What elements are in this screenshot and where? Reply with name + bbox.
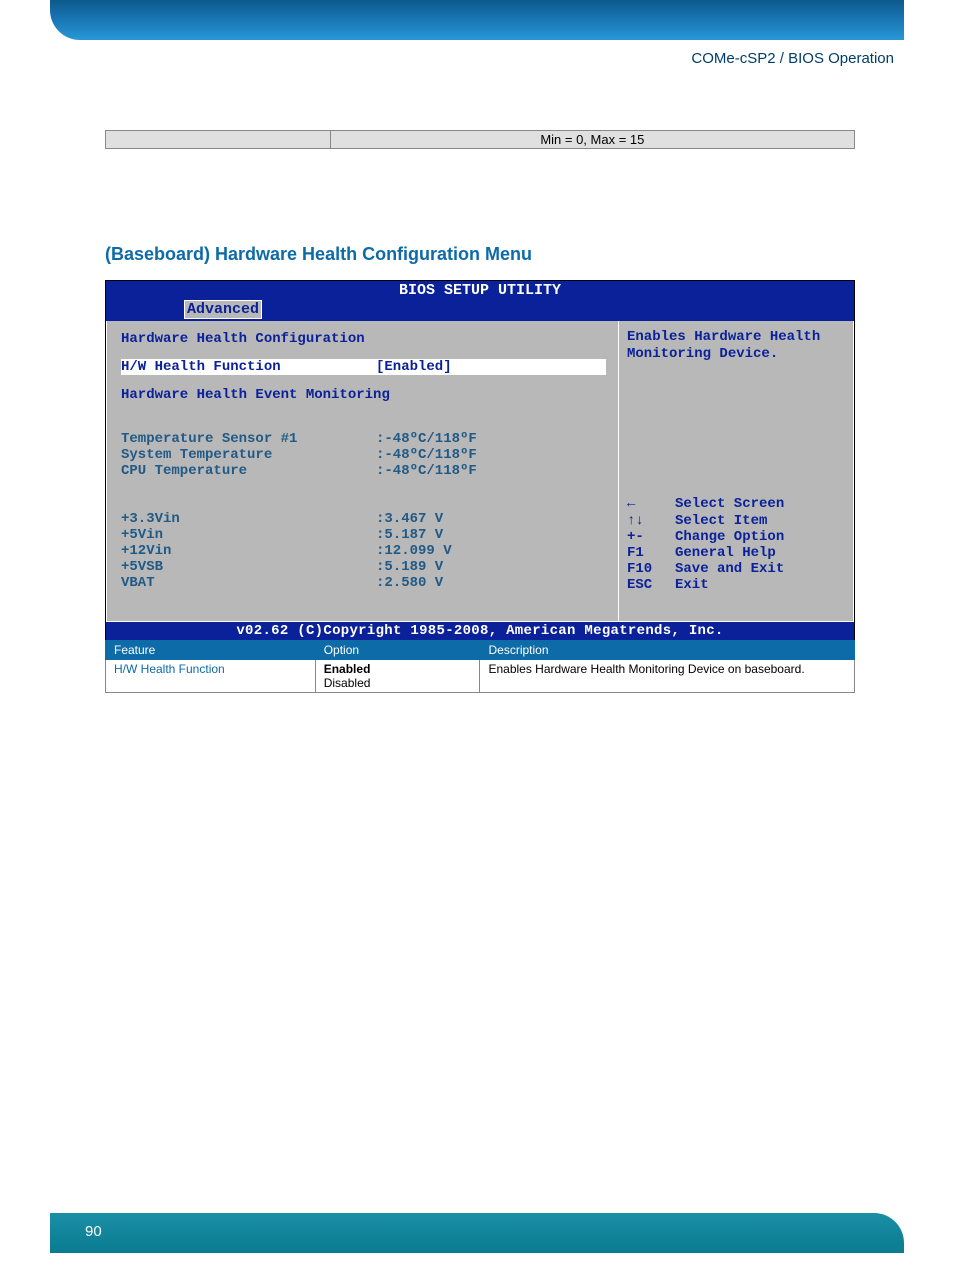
sensor-row: System Temperature :-48ºC/118ºF <box>121 447 606 463</box>
bios-right-pane: Enables Hardware Health Monitoring Devic… <box>618 321 854 622</box>
bios-footer: v02.62 (C)Copyright 1985-2008, American … <box>106 622 854 640</box>
sensor-value: :-48ºC/118ºF <box>376 463 477 479</box>
nav-key-icon: ESC <box>627 577 675 593</box>
voltage-label: +12Vin <box>121 543 376 559</box>
nav-key-icon: +- <box>627 529 675 545</box>
nav-text: Select Item <box>675 513 767 529</box>
sensor-row: Temperature Sensor #1 :-48ºC/118ºF <box>121 431 606 447</box>
feature-option: Disabled <box>324 676 472 690</box>
voltage-row: +12Vin :12.099 V <box>121 543 606 559</box>
nav-text: Exit <box>675 577 709 593</box>
voltage-row: VBAT :2.580 V <box>121 575 606 591</box>
voltage-value: :5.189 V <box>376 559 443 575</box>
minmax-col2: Min = 0, Max = 15 <box>330 131 854 149</box>
nav-text: Save and Exit <box>675 561 784 577</box>
section-title: (Baseboard) Hardware Health Configuratio… <box>105 244 532 265</box>
bios-nav-help: ←Select Screen ↑↓Select Item +-Change Op… <box>627 496 845 611</box>
voltage-value: :3.467 V <box>376 511 443 527</box>
nav-key-icon: F10 <box>627 561 675 577</box>
bios-heading-monitoring: Hardware Health Event Monitoring <box>121 387 606 403</box>
bios-window: BIOS SETUP UTILITY Advanced Hardware Hea… <box>105 280 855 641</box>
feature-header-description: Description <box>480 641 855 660</box>
feature-options: Enabled Disabled <box>315 660 480 693</box>
sensor-value: :-48ºC/118ºF <box>376 431 477 447</box>
nav-key-icon: ↑↓ <box>627 513 675 529</box>
voltage-row: +5Vin :5.187 V <box>121 527 606 543</box>
bios-left-pane: Hardware Health Configuration H/W Health… <box>106 321 618 622</box>
sensor-row: CPU Temperature :-48ºC/118ºF <box>121 463 606 479</box>
nav-text: Change Option <box>675 529 784 545</box>
bios-help-text: Enables Hardware Health Monitoring Devic… <box>627 329 845 363</box>
nav-key-icon: ← <box>627 496 675 512</box>
feature-name: H/W Health Function <box>106 660 316 693</box>
nav-text: General Help <box>675 545 776 561</box>
voltage-label: +5Vin <box>121 527 376 543</box>
feature-header-feature: Feature <box>106 641 316 660</box>
page-number: 90 <box>85 1223 102 1240</box>
voltage-row: +5VSB :5.189 V <box>121 559 606 575</box>
voltage-value: :12.099 V <box>376 543 452 559</box>
bios-tabs: Advanced <box>106 300 854 321</box>
voltage-label: VBAT <box>121 575 376 591</box>
breadcrumb: COMe-cSP2 / BIOS Operation <box>691 50 894 67</box>
bios-item-label: H/W Health Function <box>121 359 376 375</box>
bios-item-hw-health[interactable]: H/W Health Function [Enabled] <box>121 359 606 375</box>
sensor-label: Temperature Sensor #1 <box>121 431 376 447</box>
voltage-row: +3.3Vin :3.467 V <box>121 511 606 527</box>
feature-description: Enables Hardware Health Monitoring Devic… <box>480 660 855 693</box>
voltage-label: +3.3Vin <box>121 511 376 527</box>
bios-tab-advanced[interactable]: Advanced <box>184 300 262 319</box>
bios-titlebar: BIOS SETUP UTILITY <box>106 281 854 300</box>
voltage-value: :2.580 V <box>376 575 443 591</box>
voltage-value: :5.187 V <box>376 527 443 543</box>
header-bar <box>50 0 904 40</box>
minmax-col1 <box>106 131 331 149</box>
sensor-label: CPU Temperature <box>121 463 376 479</box>
feature-row: H/W Health Function Enabled Disabled Ena… <box>106 660 855 693</box>
feature-header-option: Option <box>315 641 480 660</box>
feature-table: Feature Option Description H/W Health Fu… <box>105 640 855 693</box>
page-footer: 90 <box>50 1213 904 1253</box>
bios-heading-config: Hardware Health Configuration <box>121 331 606 347</box>
minmax-table: Min = 0, Max = 15 <box>105 130 855 149</box>
bios-item-value: [Enabled] <box>376 359 452 375</box>
nav-text: Select Screen <box>675 496 784 512</box>
nav-key-icon: F1 <box>627 545 675 561</box>
voltage-label: +5VSB <box>121 559 376 575</box>
feature-option: Enabled <box>324 662 371 676</box>
sensor-value: :-48ºC/118ºF <box>376 447 477 463</box>
sensor-label: System Temperature <box>121 447 376 463</box>
